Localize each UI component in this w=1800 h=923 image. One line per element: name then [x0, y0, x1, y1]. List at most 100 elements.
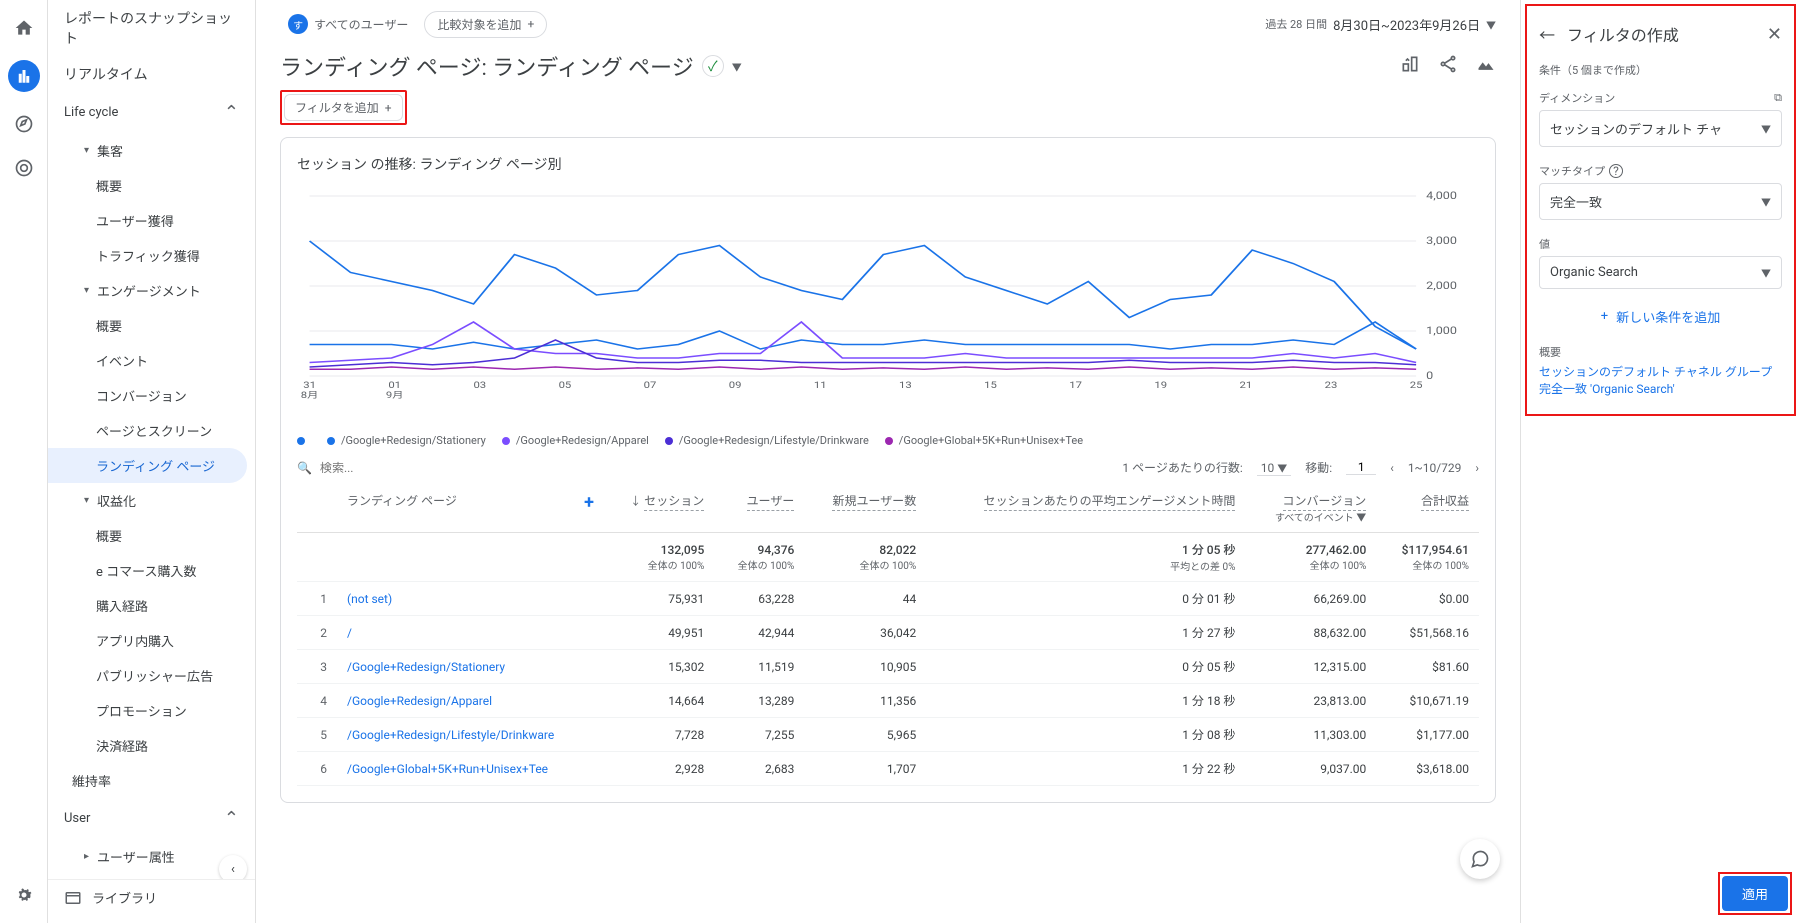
legend-item[interactable]: /Google+Redesign/Apparel [502, 434, 649, 447]
add-dimension-button[interactable]: + [584, 492, 594, 513]
nav-snapshot[interactable]: レポートのスナップショット [48, 0, 255, 56]
apply-button[interactable]: 適用 [1722, 876, 1788, 911]
svg-text:19: 19 [1154, 381, 1167, 391]
nav-engagement[interactable]: ▾エンゲージメント [48, 273, 255, 308]
legend-item[interactable]: /Google+Redesign/Stationery [327, 434, 486, 447]
dimension-select[interactable]: セッションのデフォルト チャ ▼ [1539, 110, 1782, 147]
legend-item[interactable] [297, 434, 311, 447]
nav-eng-conversions[interactable]: コンバージョン [48, 378, 255, 413]
nav-lifecycle[interactable]: Life cycle⌃ [48, 92, 255, 133]
dropdown-icon: ▼ [1761, 265, 1771, 280]
nav-monetization[interactable]: ▾収益化 [48, 483, 255, 518]
nav-mon-checkout[interactable]: 決済経路 [48, 728, 255, 763]
table-row[interactable]: 2/49,95142,94436,0421 分 27 秒88,632.00$51… [297, 616, 1479, 650]
value-label: 値 [1539, 236, 1550, 252]
nav-realtime[interactable]: リアルタイム [48, 56, 255, 92]
conditions-hint: 条件（5 個まで作成） [1535, 58, 1786, 82]
compare-chip[interactable]: 比較対象を追加+ [424, 11, 547, 38]
search-icon[interactable]: 🔍 [297, 461, 312, 475]
nav-mon-overview[interactable]: 概要 [48, 518, 255, 553]
nav-mon-promo[interactable]: プロモーション [48, 693, 255, 728]
table-row[interactable]: 3/Google+Redesign/Stationery15,30211,519… [297, 650, 1479, 684]
help-icon[interactable]: ? [1609, 164, 1623, 178]
col-new-users[interactable]: 新規ユーザー数 [804, 484, 926, 533]
advertising-icon[interactable] [12, 156, 36, 180]
explore-icon[interactable] [12, 112, 36, 136]
audience-badge: す [288, 14, 308, 34]
customize-icon[interactable] [1400, 54, 1420, 79]
status-ok-icon[interactable]: ✓ [702, 55, 724, 77]
nav-acquisition[interactable]: ▾集客 [48, 133, 255, 168]
nav-eng-landing[interactable]: ランディング ページ [48, 448, 247, 483]
chevron-up-icon: ⌃ [224, 102, 239, 123]
reports-icon[interactable] [8, 60, 40, 92]
dimension-label: ディメンション [1539, 90, 1615, 106]
col-avg-engagement[interactable]: セッションあたりの平均エンゲージメント時間 [926, 484, 1245, 533]
back-icon[interactable]: ← [1539, 22, 1555, 46]
match-label: マッチタイプ [1539, 165, 1605, 178]
line-chart: 01,0002,0003,0004,000318月019月03050709111… [297, 186, 1479, 406]
date-range-picker[interactable]: 過去 28 日間 8月30日~2023年9月26日 ▼ [1265, 15, 1496, 34]
add-condition-button[interactable]: + 新しい条件を追加 [1535, 297, 1786, 336]
nav-acq-overview[interactable]: 概要 [48, 168, 255, 203]
insights-icon[interactable] [1476, 54, 1496, 79]
chart-card: セッション の推移: ランディング ページ別 01,0002,0003,0004… [280, 137, 1496, 803]
table-row[interactable]: 4/Google+Redesign/Apparel14,66413,28911,… [297, 684, 1479, 718]
nav-eng-overview[interactable]: 概要 [48, 308, 255, 343]
summary-label: 概要 [1535, 336, 1786, 364]
next-page-button[interactable]: › [1475, 461, 1479, 475]
nav-user[interactable]: User⌃ [48, 798, 255, 839]
svg-text:0: 0 [1426, 369, 1433, 381]
dropdown-icon: ▼ [1761, 194, 1771, 209]
nav-eng-events[interactable]: イベント [48, 343, 255, 378]
collapse-icon: ▾ [84, 285, 89, 296]
add-filter-chip[interactable]: フィルタを追加+ [284, 94, 403, 121]
svg-text:07: 07 [644, 381, 657, 391]
nav-retention[interactable]: 維持率 [48, 763, 255, 798]
move-label: 移動: [1305, 459, 1332, 476]
nav-acq-traffic[interactable]: トラフィック獲得 [48, 238, 255, 273]
legend-item[interactable]: /Google+Global+5K+Run+Unisex+Tee [885, 434, 1083, 447]
admin-icon[interactable] [12, 883, 36, 907]
rows-per-page-select[interactable]: 10 ▼ [1257, 460, 1291, 476]
match-select[interactable]: 完全一致 ▼ [1539, 183, 1782, 220]
svg-text:15: 15 [984, 381, 997, 391]
annotation-highlight: フィルタを追加+ [280, 90, 407, 125]
nav-mon-publisher[interactable]: パブリッシャー広告 [48, 658, 255, 693]
nav-mon-purchase-path[interactable]: 購入経路 [48, 588, 255, 623]
filter-panel: ← フィルタの作成 ✕ 条件（5 個まで作成） ディメンション ⧉ セッションの… [1520, 0, 1800, 923]
nav-acq-user[interactable]: ユーザー獲得 [48, 203, 255, 238]
table-row[interactable]: 1(not set)75,93163,228440 分 01 秒66,269.0… [297, 582, 1479, 616]
annotation-highlight: 適用 [1718, 872, 1792, 915]
svg-text:31: 31 [303, 381, 316, 391]
table-row[interactable]: 5/Google+Redesign/Lifestyle/Drinkware7,7… [297, 718, 1479, 752]
nav-library[interactable]: ライブラリ [48, 879, 255, 915]
copy-icon[interactable]: ⧉ [1774, 91, 1782, 105]
close-icon[interactable]: ✕ [1767, 24, 1782, 45]
prev-page-button[interactable]: ‹ [1390, 461, 1394, 475]
legend-item[interactable]: /Google+Redesign/Lifestyle/Drinkware [665, 434, 869, 447]
col-conversions[interactable]: コンバージョンすべてのイベント ▼ [1245, 484, 1376, 533]
nav-mon-ecommerce[interactable]: e コマース購入数 [48, 553, 255, 588]
dropdown-icon[interactable]: ▼ [732, 59, 742, 74]
library-icon [64, 889, 82, 907]
nav-eng-pages[interactable]: ページとスクリーン [48, 413, 255, 448]
col-sessions[interactable]: ↓ セッション [604, 484, 714, 533]
col-users[interactable]: ユーザー [714, 484, 804, 533]
share-icon[interactable] [1438, 54, 1458, 79]
rows-per-page-label: 1 ページあたりの行数: [1122, 459, 1242, 476]
value-select[interactable]: Organic Search ▼ [1539, 256, 1782, 289]
svg-text:21: 21 [1240, 381, 1253, 391]
audience-chip[interactable]: す すべてのユーザー [280, 10, 416, 38]
svg-text:2,000: 2,000 [1426, 279, 1457, 291]
table-row[interactable]: 6/Google+Global+5K+Run+Unisex+Tee2,9282,… [297, 752, 1479, 786]
svg-text:25: 25 [1410, 381, 1423, 391]
move-input[interactable] [1346, 460, 1376, 475]
home-icon[interactable] [12, 16, 36, 40]
nav-mon-inapp[interactable]: アプリ内購入 [48, 623, 255, 658]
search-input[interactable] [320, 461, 520, 475]
col-revenue[interactable]: 合計収益 [1376, 484, 1479, 533]
feedback-button[interactable] [1460, 839, 1500, 879]
chart-legend: /Google+Redesign/Stationery/Google+Redes… [297, 426, 1479, 447]
plus-icon: + [385, 101, 392, 115]
